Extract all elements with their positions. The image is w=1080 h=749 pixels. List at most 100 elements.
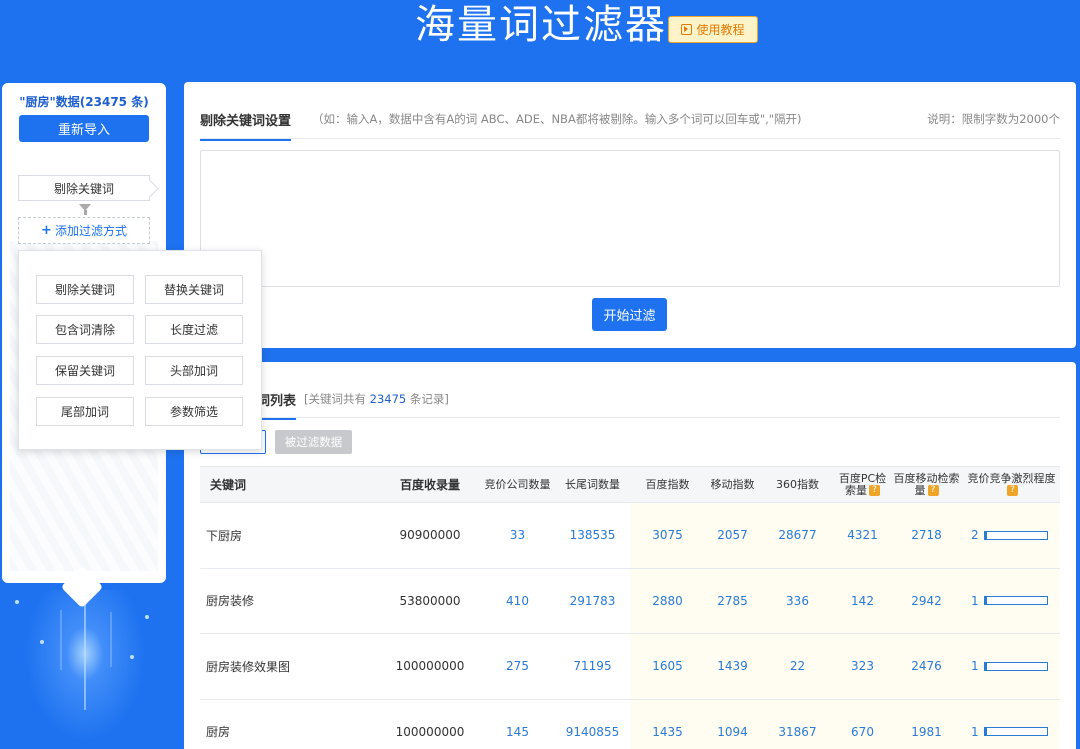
competition-bar: [983, 530, 1048, 540]
cell-mobile-index[interactable]: 2057: [705, 502, 760, 569]
record-count: [关键词共有 23475 条记录]: [304, 391, 449, 407]
tab-remove-keyword-settings[interactable]: 剔除关键词设置: [200, 110, 292, 141]
add-filter-label: 添加过滤方式: [54, 224, 127, 238]
reimport-button[interactable]: 重新导入: [19, 115, 149, 142]
header-360-index[interactable]: 360指数: [760, 466, 835, 503]
header-bid-companies[interactable]: 竞价公司数量: [480, 466, 555, 503]
start-filter-button[interactable]: 开始过滤: [592, 298, 667, 331]
filter-method-popup: 剔除关键词 替换关键词 包含词清除 长度过滤 保留关键词 头部加词 尾部加词 参…: [18, 250, 262, 450]
cell-long-tail[interactable]: 138535: [555, 502, 630, 569]
competition-bar-fill: [984, 662, 987, 670]
glow-line: [60, 610, 62, 670]
cell-baidu-index[interactable]: 3075: [630, 502, 705, 569]
app-title: 海量词过滤器: [415, 2, 667, 48]
keyword-list-panel: 词列表 [关键词共有 23475 条记录] 被过滤数据 关键词 百度收录量 竞价…: [184, 362, 1076, 749]
popup-item[interactable]: 剔除关键词: [36, 275, 134, 304]
cell-keyword: 下厨房: [200, 502, 380, 569]
help-icon[interactable]: ?: [869, 485, 880, 496]
cell-competition: 1: [963, 699, 1060, 749]
header-baidu-pc[interactable]: 百度PC检索量?: [835, 466, 890, 503]
cell-baidu-index[interactable]: 1435: [630, 699, 705, 749]
glow-line: [110, 612, 112, 667]
header-mobile-index[interactable]: 移动指数: [705, 466, 760, 503]
video-icon: [681, 24, 693, 35]
cell-mobile-index[interactable]: 1439: [705, 633, 760, 700]
record-count-prefix: [关键词共有: [304, 392, 366, 406]
competition-bar-fill: [984, 531, 988, 539]
cell-baidu-index[interactable]: 2880: [630, 568, 705, 634]
record-count-value: 23475: [369, 392, 407, 406]
cell-baidu-mobile[interactable]: 2942: [890, 568, 963, 634]
header-keyword[interactable]: 关键词: [200, 466, 380, 503]
cell-baidu-mobile[interactable]: 1981: [890, 699, 963, 749]
cell-baidu-pc[interactable]: 142: [835, 568, 890, 634]
competition-bar: [983, 596, 1048, 606]
popup-item[interactable]: 替换关键词: [145, 275, 243, 304]
cell-bid-companies[interactable]: 275: [480, 633, 555, 700]
glow-line: [84, 600, 86, 710]
record-count-suffix: 条记录]: [409, 392, 449, 406]
help-icon[interactable]: ?: [1007, 485, 1018, 496]
cell-360-index[interactable]: 28677: [760, 502, 835, 569]
header-competition[interactable]: 竞价竞争激烈程度?: [963, 466, 1060, 503]
cell-mobile-index[interactable]: 2785: [705, 568, 760, 634]
cell-360-index[interactable]: 336: [760, 568, 835, 634]
filter-step-remove-keyword[interactable]: 剔除关键词: [18, 175, 150, 201]
cell-baidu-indexed: 90900000: [380, 502, 480, 569]
help-icon[interactable]: ?: [927, 485, 939, 496]
cell-baidu-pc[interactable]: 4321: [835, 502, 890, 569]
table-row: 厨房 100000000 145 9140855 1435 1094 31867 670 198…: [200, 699, 1060, 749]
competition-indicator: 1: [963, 594, 1060, 608]
header-long-tail[interactable]: 长尾词数量: [555, 466, 630, 503]
popup-item[interactable]: 保留关键词: [36, 356, 134, 385]
funnel-icon: [79, 204, 91, 215]
header-baidu-mobile-label: 百度移动检索量: [893, 471, 960, 497]
competition-bar-fill: [984, 728, 987, 736]
keyword-input[interactable]: [200, 150, 1060, 287]
settings-hint: （如：输入A，数据中含有A的词 ABC、ADE、NBA都将被剔除。输入多个词可以…: [312, 112, 802, 126]
plus-icon: +: [41, 223, 52, 238]
cell-baidu-mobile[interactable]: 2718: [890, 502, 963, 569]
cell-baidu-indexed: 100000000: [380, 633, 480, 700]
popup-item[interactable]: 包含词清除: [36, 315, 134, 344]
tutorial-button[interactable]: 使用教程: [668, 16, 758, 43]
cell-baidu-pc[interactable]: 670: [835, 699, 890, 749]
data-title: "厨房"数据(23475 条): [19, 95, 149, 109]
cell-competition: 1: [963, 568, 1060, 634]
cell-long-tail[interactable]: 71195: [555, 633, 630, 700]
competition-indicator: 1: [963, 725, 1060, 739]
cell-360-index[interactable]: 31867: [760, 699, 835, 749]
cell-baidu-index[interactable]: 1605: [630, 633, 705, 700]
divider: [200, 417, 1060, 418]
cell-bid-companies[interactable]: 145: [480, 699, 555, 749]
add-filter-button[interactable]: + 添加过滤方式: [18, 217, 150, 244]
cell-baidu-pc[interactable]: 323: [835, 633, 890, 700]
competition-value: 1: [971, 724, 979, 739]
popup-item[interactable]: 尾部加词: [36, 397, 134, 426]
popup-item[interactable]: 长度过滤: [145, 315, 243, 344]
cell-360-index[interactable]: 22: [760, 633, 835, 700]
tutorial-label: 使用教程: [696, 23, 745, 37]
keyword-table: 关键词 百度收录量 竞价公司数量 长尾词数量 百度指数 移动指数 360指数 百…: [200, 466, 1060, 749]
competition-bar: [983, 727, 1048, 737]
competition-bar: [983, 661, 1048, 671]
cell-bid-companies[interactable]: 33: [480, 502, 555, 569]
table-header-row: 关键词 百度收录量 竞价公司数量 长尾词数量 百度指数 移动指数 360指数 百…: [200, 466, 1060, 503]
table-row: 下厨房 90900000 33 138535 3075 2057 28677 4321 2718…: [200, 502, 1060, 569]
competition-indicator: 1: [963, 659, 1060, 673]
cell-baidu-mobile[interactable]: 2476: [890, 633, 963, 700]
header-baidu-indexed[interactable]: 百度收录量: [380, 466, 480, 503]
cell-mobile-index[interactable]: 1094: [705, 699, 760, 749]
glow-dot: [15, 600, 19, 604]
cell-bid-companies[interactable]: 410: [480, 568, 555, 634]
table-row: 厨房装修 53800000 410 291783 2880 2785 336 142 2942 1: [200, 568, 1060, 634]
popup-item[interactable]: 参数筛选: [145, 397, 243, 426]
cell-competition: 1: [963, 633, 1060, 700]
header-baidu-mobile[interactable]: 百度移动检索量?: [890, 466, 963, 503]
table-row: 厨房装修效果图 100000000 275 71195 1605 1439 22 323 247…: [200, 633, 1060, 700]
cell-long-tail[interactable]: 291783: [555, 568, 630, 634]
cell-long-tail[interactable]: 9140855: [555, 699, 630, 749]
filtered-data-button[interactable]: 被过滤数据: [275, 430, 352, 454]
popup-item[interactable]: 头部加词: [145, 356, 243, 385]
header-baidu-index[interactable]: 百度指数: [630, 466, 705, 503]
